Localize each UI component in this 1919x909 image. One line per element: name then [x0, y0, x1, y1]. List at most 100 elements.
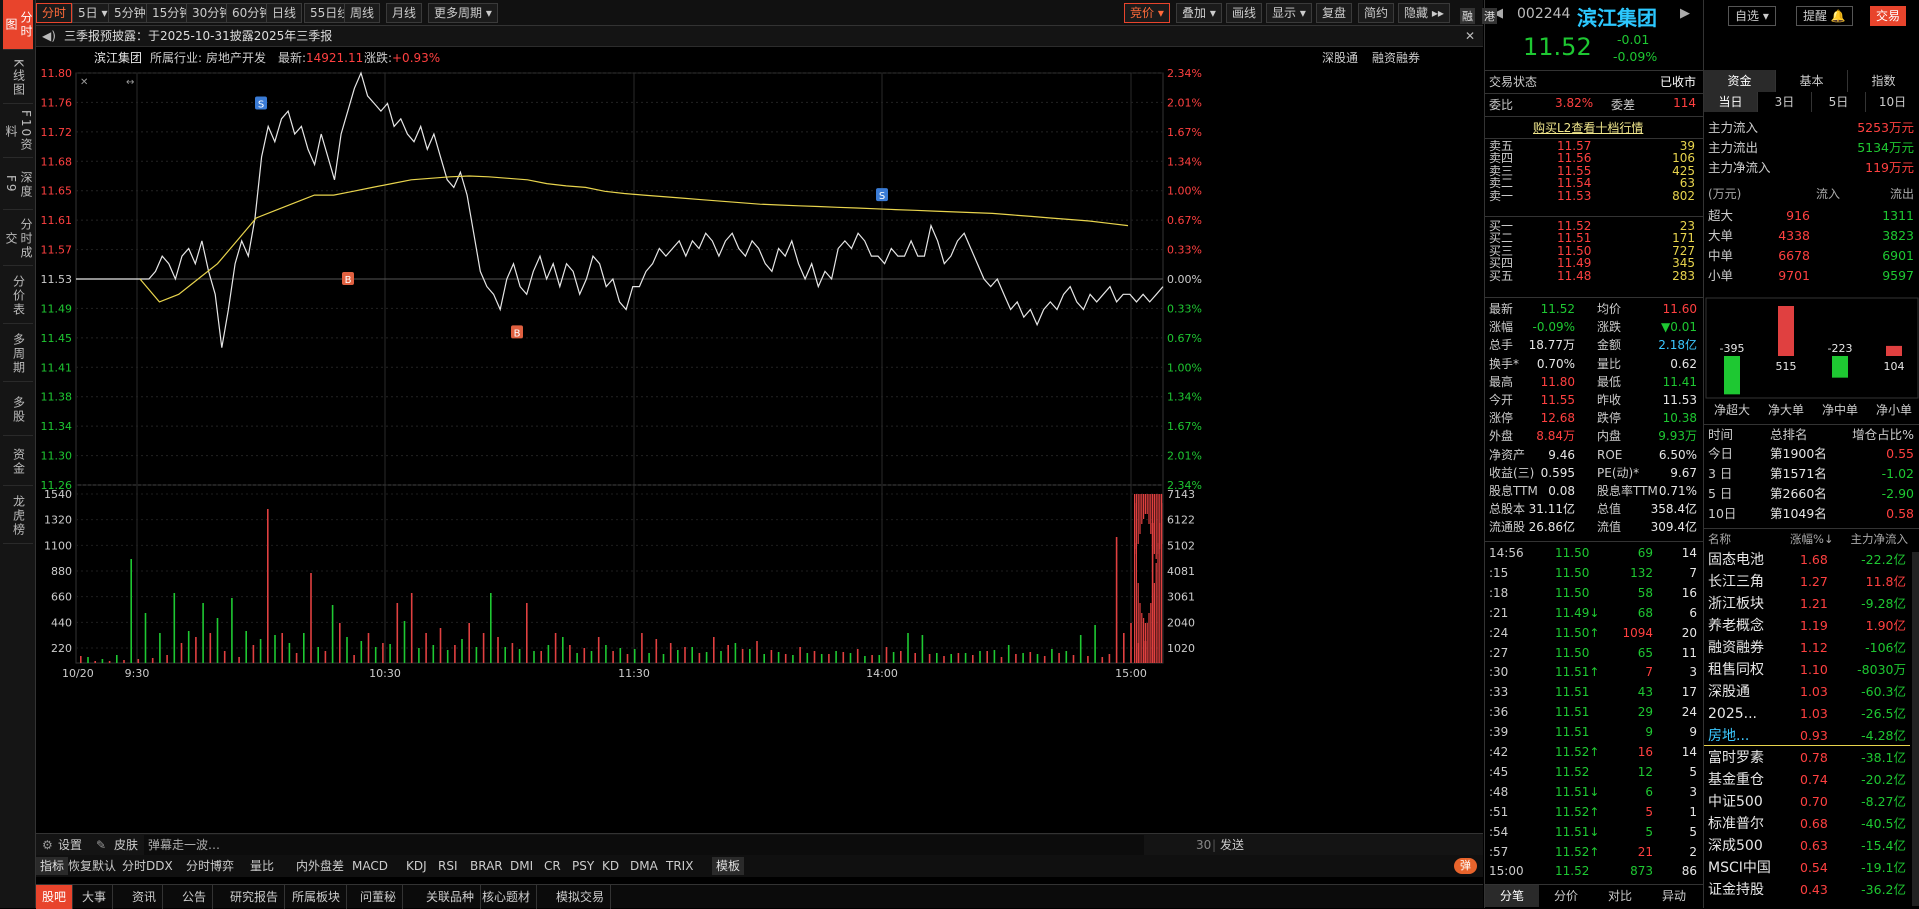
alert-button[interactable]: 提醒 🔔 — [1796, 6, 1853, 26]
danmu-toggle[interactable]: 弹 — [1454, 858, 1477, 874]
self-select-button[interactable]: 自选 ▾ — [1728, 6, 1776, 26]
skin-label[interactable]: 皮肤 — [114, 834, 138, 856]
intraday-chart[interactable]: 11.80 2.34% 11.76 2.01% 11.72 1.67% 11.68 1.34%… — [36, 67, 1483, 813]
left-tab-4[interactable]: 分时成交 — [3, 212, 33, 266]
sector-name[interactable]: 基金重仓 — [1708, 770, 1764, 790]
bottom-tab-0[interactable]: 股吧 — [36, 885, 74, 909]
indicator-分时ddx[interactable]: 分时DDX — [122, 855, 173, 877]
mid-tab-1[interactable]: 分价 — [1539, 885, 1593, 907]
close-icon[interactable]: ✕ — [1465, 26, 1475, 47]
left-tab-3[interactable]: 深度F9 — [3, 160, 33, 210]
sector-row[interactable]: 房地... 0.93 -4.28亿 — [1704, 726, 1910, 746]
period-tab-9[interactable]: 月线 — [386, 3, 423, 23]
sector-name[interactable]: MSCI中国 — [1708, 858, 1771, 878]
indicator-macd[interactable]: MACD — [352, 855, 388, 877]
next-stock-icon[interactable]: ▶ — [1680, 6, 1690, 21]
period-tab-0[interactable]: 分时 — [36, 3, 73, 23]
sector-name[interactable]: 融资融券 — [1708, 638, 1764, 658]
tool-button-2[interactable]: 画线 — [1226, 3, 1263, 23]
fund-subtab-0[interactable]: 当日 — [1704, 92, 1758, 112]
mid-tab-0[interactable]: 分笔 — [1485, 885, 1539, 907]
bottom-tab-1[interactable]: 大事 — [76, 885, 114, 909]
indicator-kd[interactable]: KD — [602, 855, 619, 877]
danmu-input[interactable]: 弹幕走一波… — [144, 835, 1144, 855]
l2-link[interactable]: 购买L2查看十档行情 — [1533, 119, 1643, 136]
indicator-kdj[interactable]: KDJ — [406, 855, 427, 877]
fund-subtab-3[interactable]: 10日 — [1866, 92, 1919, 112]
sector-row[interactable]: 证金持股 0.43 -36.2亿 — [1704, 880, 1910, 900]
sector-name[interactable]: 证金持股 — [1708, 880, 1764, 900]
sector-name[interactable]: 浙江板块 — [1708, 594, 1764, 614]
bottom-tab-9[interactable]: 模拟交易 — [550, 885, 612, 909]
sector-name[interactable]: 深股通 — [1708, 682, 1750, 702]
settings-icon[interactable]: ⚙ — [42, 834, 53, 856]
indicator-内外盘差[interactable]: 内外盘差 — [296, 855, 344, 877]
skin-icon[interactable]: ✎ — [96, 834, 106, 856]
fund-tab-2[interactable]: 指数 — [1848, 70, 1919, 92]
trade-button[interactable]: 交易 — [1870, 6, 1907, 26]
left-tab-5[interactable]: 分价表 — [3, 268, 33, 324]
sector-row[interactable]: 2025... 1.03 -26.5亿 — [1704, 704, 1910, 724]
sector-row[interactable]: 浙江板块 1.21 -9.28亿 — [1704, 594, 1910, 614]
mid-tab-3[interactable]: 异动 — [1647, 885, 1701, 907]
indicator-brar[interactable]: BRAR — [470, 855, 503, 877]
settings-label[interactable]: 设置 — [58, 834, 82, 856]
indicator-trix[interactable]: TRIX — [666, 855, 693, 877]
indicator-psy[interactable]: PSY — [572, 855, 594, 877]
left-tab-2[interactable]: F10资料 — [3, 106, 33, 158]
sector-row[interactable]: 基金重仓 0.74 -20.2亿 — [1704, 770, 1910, 790]
notice-text[interactable]: 三季报预披露：于2025-10-31披露2025年三季报 — [64, 26, 332, 47]
sector-row[interactable]: 标准普尔 0.68 -40.5亿 — [1704, 814, 1910, 834]
sector-scrollbar[interactable] — [1912, 552, 1919, 906]
indicator-恢复默认[interactable]: 恢复默认 — [68, 855, 116, 877]
sector-row[interactable]: MSCI中国 0.54 -19.1亿 — [1704, 858, 1910, 878]
mid-tab-2[interactable]: 对比 — [1593, 885, 1647, 907]
tool-button-1[interactable]: 叠加 ▾ — [1176, 3, 1222, 23]
tool-button-4[interactable]: 复盘 — [1316, 3, 1353, 23]
indicator-rsi[interactable]: RSI — [438, 855, 458, 877]
sector-name[interactable]: 中证500 — [1708, 792, 1763, 812]
indicator-量比[interactable]: 量比 — [250, 855, 274, 877]
sector-row[interactable]: 固态电池 1.68 -22.2亿 — [1704, 550, 1910, 570]
tag-margin[interactable]: 融资融券 — [1372, 47, 1420, 69]
bottom-tab-2[interactable]: 资讯 — [126, 885, 164, 909]
sector-name[interactable]: 房地... — [1708, 726, 1749, 746]
sector-row[interactable]: 深成500 0.63 -15.4亿 — [1704, 836, 1910, 856]
sector-row[interactable]: 富时罗素 0.78 -38.1亿 — [1704, 748, 1910, 768]
tag-sgt[interactable]: 深股通 — [1322, 47, 1358, 69]
bottom-tab-4[interactable]: 研究报告 — [224, 885, 286, 909]
left-tab-7[interactable]: 多股 — [3, 384, 33, 436]
left-tab-0[interactable]: 分时图 — [3, 0, 33, 50]
send-button[interactable]: 发送 — [1220, 834, 1244, 856]
left-tab-8[interactable]: 资金 — [3, 438, 33, 486]
tool-button-5[interactable]: 简约 — [1358, 3, 1395, 23]
sector-name[interactable]: 富时罗素 — [1708, 748, 1764, 768]
left-tab-6[interactable]: 多周期 — [3, 326, 33, 382]
chart-svg[interactable]: 11.80 2.34% 11.76 2.01% 11.72 1.67% 11.68 1.34%… — [36, 67, 1483, 813]
indicator-cr[interactable]: CR — [544, 855, 561, 877]
period-tab-8[interactable]: 周线 — [344, 3, 381, 23]
bottom-tab-3[interactable]: 公告 — [176, 885, 214, 909]
left-tab-9[interactable]: 龙虎榜 — [3, 488, 33, 544]
indicator-分时博弈[interactable]: 分时博弈 — [186, 855, 234, 877]
bottom-tab-7[interactable]: 关联品种 — [420, 885, 482, 909]
sector-name[interactable]: 深成500 — [1708, 836, 1763, 856]
period-tab-10[interactable]: 更多周期 ▾ — [428, 3, 498, 23]
fund-tab-1[interactable]: 基本 — [1776, 70, 1848, 92]
left-tab-1[interactable]: K线图 — [3, 52, 33, 104]
sector-name[interactable]: 租售同权 — [1708, 660, 1764, 680]
sector-row[interactable]: 租售同权 1.10 -8030万 — [1704, 660, 1910, 680]
fund-tab-0[interactable]: 资金 — [1704, 70, 1776, 92]
sector-row[interactable]: 养老概念 1.19 1.90亿 — [1704, 616, 1910, 636]
tool-button-3[interactable]: 显示 ▾ — [1266, 3, 1312, 23]
sector-name[interactable]: 2025... — [1708, 704, 1757, 724]
template-button[interactable]: 模板 — [712, 857, 745, 875]
sector-row[interactable]: 长江三角 1.27 11.8亿 — [1704, 572, 1910, 592]
indicator-dmi[interactable]: DMI — [510, 855, 533, 877]
fund-subtab-2[interactable]: 5日 — [1812, 92, 1866, 112]
indicator-dma[interactable]: DMA — [630, 855, 658, 877]
tool-button-6[interactable]: 隐藏 ▸▸ — [1398, 3, 1450, 23]
sector-name[interactable]: 标准普尔 — [1708, 814, 1764, 834]
sector-name[interactable]: 养老概念 — [1708, 616, 1764, 636]
sector-row[interactable]: 深股通 1.03 -60.3亿 — [1704, 682, 1910, 702]
